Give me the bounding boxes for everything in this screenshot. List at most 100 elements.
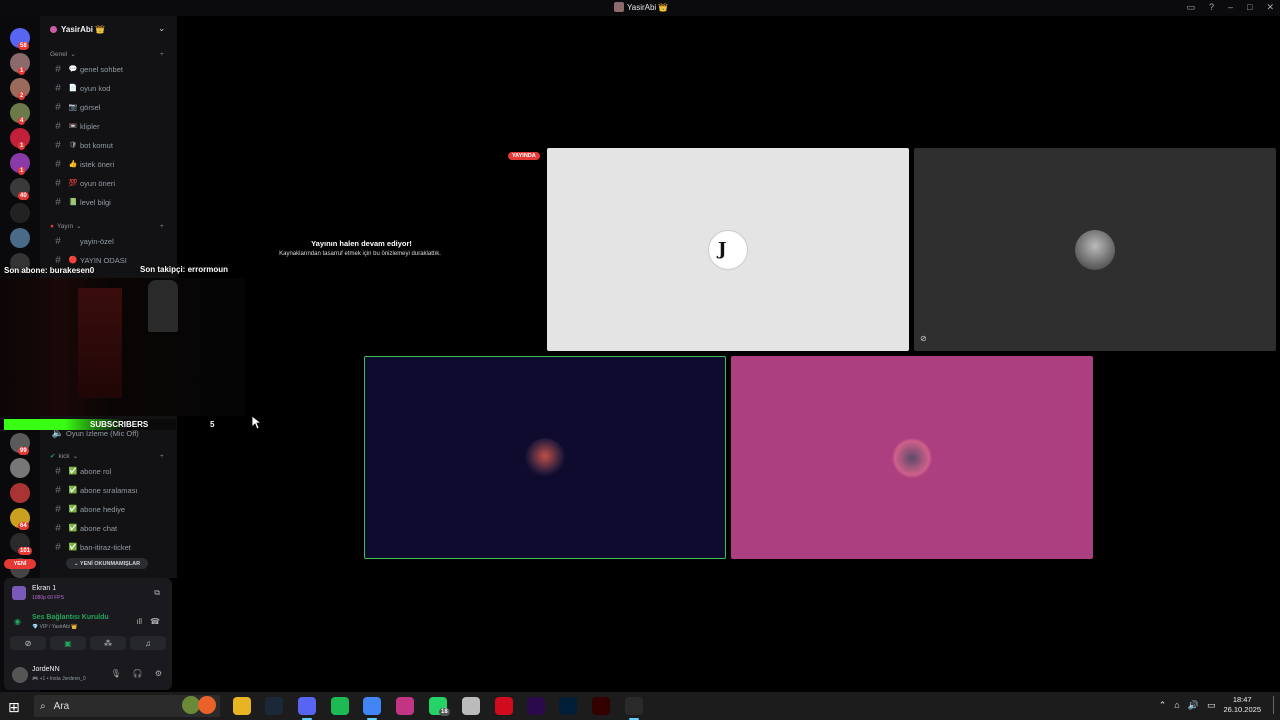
hash-icon: #	[55, 465, 61, 477]
app-icon[interactable]	[462, 697, 480, 715]
participant-tile-speaking[interactable]	[364, 356, 726, 559]
windows-start-icon[interactable]: ⊞	[8, 699, 20, 716]
headphones-icon[interactable]: 🎧	[133, 669, 143, 678]
channel-emoji: ✅	[68, 525, 78, 532]
channel-emoji: ✅	[68, 544, 78, 551]
maximize-button[interactable]: □	[1247, 2, 1252, 13]
taskbar-search[interactable]: ⌕ Ara	[34, 695, 220, 717]
volume-icon[interactable]: 🔊	[1188, 700, 1199, 711]
instagram-icon[interactable]	[396, 697, 414, 715]
search-icon: ⌕	[40, 700, 46, 712]
channel-item[interactable]: # ✅ abone sıralaması	[50, 482, 170, 498]
mention-badge: 1	[18, 167, 26, 175]
spotify-icon[interactable]	[331, 697, 349, 715]
category-kick[interactable]: ✔ kick ⌄ +	[50, 452, 164, 461]
live-badge: YAYINDA	[508, 152, 540, 160]
help-icon[interactable]: ?	[1209, 2, 1214, 13]
microphone-icon[interactable]: 🎙	[111, 669, 121, 678]
show-desktop-button[interactable]	[1273, 696, 1274, 714]
chevron-up-icon[interactable]: ⌃	[1159, 700, 1167, 711]
category-yayin[interactable]: ● Yayın ⌄ +	[50, 222, 164, 231]
avatar[interactable]	[12, 667, 28, 683]
signal-icon[interactable]: ◉	[14, 617, 21, 626]
channel-item[interactable]: # 💯 oyun öneri	[50, 175, 170, 191]
channel-name: abone chat	[80, 523, 118, 533]
disconnect-icon[interactable]: ☎	[150, 617, 160, 626]
webcam-overlay	[0, 278, 245, 416]
server-icon[interactable]	[10, 203, 30, 223]
avatar	[525, 437, 565, 478]
server-icon	[50, 25, 57, 33]
add-channel-icon[interactable]: +	[160, 51, 164, 58]
hash-icon: #	[55, 235, 61, 247]
new-badge[interactable]: YENİ	[4, 559, 36, 569]
mention-badge: 1	[18, 67, 26, 75]
mention-badge: 1	[18, 142, 26, 150]
opera-icon[interactable]	[495, 697, 513, 715]
battery-icon[interactable]: ▭	[1207, 700, 1216, 711]
channel-item[interactable]: # 📷 görsel	[50, 99, 170, 115]
channel-name: istek öneri	[80, 159, 115, 169]
illustrator-icon[interactable]	[592, 697, 610, 715]
channel-item[interactable]: # ✅ abone hediye	[50, 501, 170, 517]
channel-emoji: 👍	[68, 161, 78, 168]
channel-emoji: 💬	[68, 66, 78, 73]
channel-emoji: ✅	[68, 468, 78, 475]
channel-name: görsel	[80, 102, 101, 112]
add-channel-icon[interactable]: +	[160, 453, 164, 460]
category-genel[interactable]: Genel ⌄ +	[50, 50, 164, 59]
participant-tile-4[interactable]	[731, 356, 1093, 559]
channel-item[interactable]: # 📗 level bilgi	[50, 194, 170, 210]
channel-name: genel sohbet	[80, 64, 123, 74]
channel-item[interactable]: # ✅ ban-itiraz-ticket	[50, 539, 170, 555]
channel-name: bot komut	[80, 140, 113, 150]
hash-icon: #	[55, 196, 61, 208]
minimize-button[interactable]: –	[1228, 2, 1233, 13]
server-icon[interactable]	[10, 483, 30, 503]
channel-item[interactable]: # 💬 genel sohbet	[50, 61, 170, 77]
mention-badge: 40	[18, 192, 29, 200]
file-explorer-icon[interactable]	[233, 697, 251, 715]
participant-tile-jordenn[interactable]: J	[547, 148, 909, 351]
network-icon[interactable]: ⌂	[1174, 700, 1179, 710]
clock[interactable]: 18:47 26.10.2025	[1223, 695, 1261, 715]
channel-item[interactable]: # 📼 klipler	[50, 118, 170, 134]
screen-share-button[interactable]: ▣	[50, 636, 86, 650]
new-unread-button[interactable]: ⌄ YENİ OKUNMAMIŞLAR	[66, 558, 148, 569]
photoshop-icon[interactable]	[559, 697, 577, 715]
close-button[interactable]: ✕	[1266, 2, 1274, 13]
mention-badge: 4	[18, 117, 26, 125]
hash-icon: #	[55, 541, 61, 553]
server-header[interactable]: YasirAbi 👑 ⌄	[40, 16, 177, 42]
premiere-icon[interactable]	[527, 697, 545, 715]
settings-gear-icon[interactable]: ⚙	[155, 669, 162, 678]
soundboard-button[interactable]: ♫	[130, 636, 166, 650]
channel-name: oyun öneri	[80, 178, 116, 188]
channel-item[interactable]: # ✅ abone chat	[50, 520, 170, 536]
steam-icon[interactable]	[265, 697, 283, 715]
mouse-cursor-icon	[252, 416, 262, 430]
camera-off-button[interactable]: ⊘	[10, 636, 46, 650]
discord-icon[interactable]	[298, 697, 316, 715]
obs-icon[interactable]	[625, 697, 643, 715]
add-channel-icon[interactable]: +	[160, 223, 164, 230]
channel-item[interactable]: # yayin-özel	[50, 233, 170, 249]
server-icon[interactable]	[10, 458, 30, 478]
subscribers-count: 5	[210, 420, 215, 429]
channel-item[interactable]: # ✅ abone rol	[50, 463, 170, 479]
channel-item[interactable]: # 🛡 bot komut	[50, 137, 170, 153]
activities-button[interactable]: ⁂	[90, 636, 126, 650]
participant-tile-2[interactable]	[914, 148, 1276, 351]
noise-suppression-icon[interactable]: ıll	[136, 617, 142, 626]
chevron-down-icon[interactable]: ⌄	[158, 24, 165, 33]
hash-icon: #	[55, 120, 61, 132]
chrome-icon[interactable]	[363, 697, 381, 715]
channel-item[interactable]: # 📄 oyun kod	[50, 80, 170, 96]
voice-controls: ⊘ ▣ ⁂ ♫	[10, 636, 166, 652]
server-icon[interactable]	[10, 228, 30, 248]
channel-name: ban-itiraz-ticket	[80, 542, 131, 552]
inbox-icon[interactable]: ▭	[1186, 2, 1195, 13]
channel-item[interactable]: # 👍 istek öneri	[50, 156, 170, 172]
voice-panel: Ekran 1 1080p 60 FPS ⧉ ◉ Ses Bağlantısı …	[4, 578, 172, 690]
stop-stream-icon[interactable]: ⧉	[154, 588, 160, 598]
